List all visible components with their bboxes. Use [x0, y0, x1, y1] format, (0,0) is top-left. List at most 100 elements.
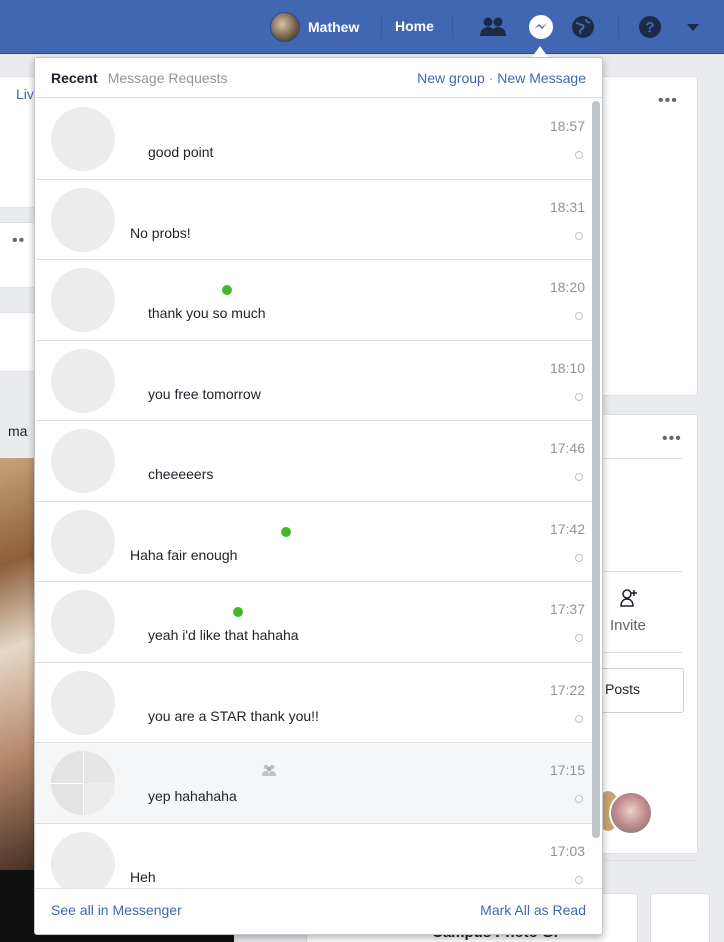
background-card [650, 893, 710, 942]
conversation-snippet: yep hahahaha [148, 788, 237, 804]
conversation-row[interactable]: you free tomorrow 18:10 [35, 341, 595, 421]
divider [600, 652, 682, 653]
group-conversation-avatar [51, 751, 115, 815]
conversation-row[interactable]: yeah i'd like that hahaha 17:37 [35, 582, 595, 663]
active-status-dot-icon [281, 526, 291, 537]
conversation-time: 18:57 [549, 118, 585, 134]
read-status-icon[interactable] [575, 473, 583, 481]
divider [590, 860, 698, 861]
conversation-list[interactable]: good point 18:57 No probs! 18:31 thank y… [35, 99, 595, 889]
background-card [0, 312, 36, 372]
mark-all-as-read-link[interactable]: Mark All as Read [480, 902, 586, 918]
conversation-row[interactable]: good point 18:57 [35, 99, 595, 180]
more-options-icon[interactable]: •• [12, 232, 25, 250]
more-options-icon[interactable]: ••• [658, 92, 678, 110]
conversation-snippet: Haha fair enough [130, 546, 238, 563]
friend-requests-icon[interactable] [480, 14, 506, 40]
read-status-icon[interactable] [575, 875, 583, 884]
profile-avatar [270, 12, 300, 42]
read-status-icon[interactable] [575, 392, 583, 401]
read-status-icon[interactable] [575, 231, 583, 240]
conversation-time: 17:46 [549, 440, 585, 456]
group-chat-icon [261, 763, 277, 781]
background-photo [0, 458, 36, 878]
conversation-snippet: Heh [130, 868, 156, 885]
conversation-snippet: you are a STAR thank you!! [148, 707, 319, 724]
conversation-time: 17:42 [549, 520, 585, 537]
conversation-snippet: yeah i'd like that hahaha [148, 627, 299, 643]
read-status-icon[interactable] [575, 634, 583, 642]
background-text: ma [8, 423, 28, 439]
conversation-row[interactable]: you are a STAR thank you!! 17:22 [35, 663, 595, 743]
help-icon[interactable]: ? [637, 14, 663, 40]
conversation-avatar [51, 348, 115, 413]
conversation-avatar [51, 429, 115, 493]
read-status-icon[interactable] [575, 312, 583, 320]
invite-label[interactable]: Invite [610, 617, 646, 634]
conversation-time: 18:10 [549, 359, 585, 376]
active-status-dot-icon [222, 285, 232, 295]
conversation-time: 17:15 [549, 762, 585, 778]
nav-divider [381, 16, 382, 38]
conversation-avatar [51, 831, 115, 889]
conversation-row[interactable]: Heh 17:03 [35, 824, 595, 889]
messenger-footer: See all in Messenger Mark All as Read [35, 888, 602, 934]
background-link-text[interactable]: Liv [16, 86, 34, 102]
read-status-icon[interactable] [575, 553, 583, 562]
conversation-avatar [51, 268, 115, 332]
messenger-icon[interactable] [528, 14, 554, 40]
see-all-in-messenger-link[interactable]: See all in Messenger [35, 889, 198, 934]
background-right-card [590, 414, 698, 854]
conversation-list-scrollbar[interactable] [592, 101, 600, 838]
conversation-snippet: you free tomorrow [148, 385, 261, 402]
messenger-header: Recent Message Requests New group · New … [35, 58, 602, 98]
divider [600, 571, 682, 572]
posts-button[interactable]: Posts [594, 668, 684, 713]
conversation-row[interactable]: No probs! 18:31 [35, 180, 595, 260]
background-right-card [590, 76, 698, 396]
conversation-avatar [51, 509, 115, 574]
invite-icon[interactable] [620, 588, 638, 613]
posts-button-label: Posts [605, 681, 641, 697]
conversation-avatar [51, 670, 115, 735]
link-separator: · [484, 70, 498, 86]
conversation-row[interactable]: cheeeeers 17:46 [35, 421, 595, 502]
read-status-icon[interactable] [575, 795, 583, 803]
divider [600, 458, 682, 459]
conversation-snippet: good point [148, 144, 214, 160]
read-status-icon[interactable] [575, 714, 583, 723]
conversation-avatar [51, 590, 115, 654]
new-group-link[interactable]: New group [417, 70, 485, 86]
conversation-avatar [51, 187, 115, 252]
new-message-link[interactable]: New Message [497, 70, 586, 86]
home-link[interactable]: Home [395, 18, 434, 34]
conversation-snippet: No probs! [130, 224, 191, 241]
active-status-dot-icon [233, 607, 243, 617]
conversation-snippet: cheeeeers [148, 466, 214, 482]
conversation-snippet: thank you so much [148, 305, 266, 321]
profile-name: Mathew [308, 19, 360, 35]
conversation-row[interactable]: thank you so much 18:20 [35, 260, 595, 341]
dropdown-caret [532, 46, 548, 57]
conversation-row[interactable]: yep hahahaha 17:15 [35, 743, 595, 824]
read-status-icon[interactable] [575, 151, 583, 159]
conversation-time: 17:22 [549, 681, 585, 698]
profile-link[interactable]: Mathew [270, 12, 359, 42]
nav-divider [618, 16, 619, 38]
conversation-row[interactable]: Haha fair enough 17:42 [35, 502, 595, 582]
tab-recent[interactable]: Recent [51, 70, 98, 86]
notifications-globe-icon[interactable] [570, 14, 596, 40]
conversation-time: 18:20 [549, 279, 585, 295]
nav-divider [452, 16, 453, 38]
top-navigation-bar: Mathew Home ? [0, 0, 724, 54]
conversation-time: 17:03 [549, 842, 585, 859]
tab-message-requests[interactable]: Message Requests [108, 70, 228, 86]
conversation-time: 17:37 [549, 601, 585, 617]
svg-text:?: ? [645, 19, 654, 36]
member-avatar[interactable] [609, 791, 653, 835]
account-menu-chevron-down-icon[interactable] [680, 14, 706, 40]
conversation-time: 18:31 [549, 198, 585, 215]
more-options-icon[interactable]: ••• [662, 430, 682, 448]
header-actions: New group · New Message [417, 70, 586, 86]
messenger-dropdown: Recent Message Requests New group · New … [34, 57, 603, 935]
